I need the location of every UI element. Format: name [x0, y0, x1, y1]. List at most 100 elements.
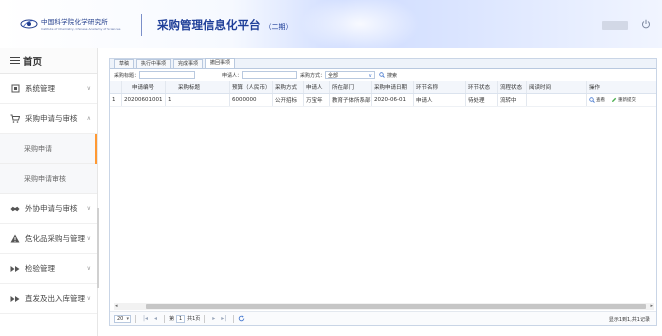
app-header: 中国科学院化学研究所 Institute of Chemistry, Chine…: [0, 0, 662, 48]
sidebar-home[interactable]: 首页: [0, 48, 97, 74]
chevron-down-icon: ∨: [86, 295, 91, 302]
sidebar-item-label: 采购申请与审核: [25, 114, 78, 123]
pager-separator: [204, 314, 206, 323]
pencil-icon: [612, 97, 617, 102]
pager-separator: [233, 314, 235, 323]
chevron-down-icon: ∨: [86, 205, 91, 212]
search-icon: [589, 97, 595, 103]
sidebar-item-warehouse[interactable]: 直发及出入库管理 ∨: [0, 284, 97, 314]
sidebar-item-system-management[interactable]: 系统管理 ∨: [0, 74, 97, 104]
pagination-bar: 20 ▾ |◂ ◂ 第 1 共1页 ▸ ▸| 显示1到1,共1记录: [110, 311, 656, 325]
page-title: 采购管理信息化平台 （二期）: [157, 17, 293, 33]
table-row[interactable]: 1 20200601001 1 6000000 公开招标 万宝年 教育子体所系部…: [110, 94, 656, 107]
applicant-filter-input[interactable]: [242, 71, 298, 79]
grid-header: 申请编号 采购标题 预算（人民币） 采购方式 申请人 所在部门 采购申请日期 环…: [110, 81, 656, 94]
settings-icon: [10, 84, 20, 94]
page-size-value: 20: [117, 315, 124, 322]
next-page-icon[interactable]: ▸: [212, 315, 215, 322]
column-header-step-status[interactable]: 环节状态: [466, 81, 498, 93]
scrollbar-thumb[interactable]: [146, 304, 646, 309]
chevron-down-icon: ∨: [86, 85, 91, 92]
chevron-down-icon: ∨: [86, 235, 91, 242]
sidebar-item-hazardous-chemicals[interactable]: 危化品采购与管理 ∨: [0, 224, 97, 254]
column-header-read-time[interactable]: 阅读时间: [527, 81, 587, 93]
title-filter-input[interactable]: [139, 71, 196, 79]
scroll-right-icon[interactable]: ▸: [650, 303, 653, 309]
data-grid: 申请编号 采购标题 预算（人民币） 采购方式 申请人 所在部门 采购申请日期 环…: [110, 81, 656, 313]
title-filter-label: 采购标题：: [114, 72, 140, 79]
last-page-icon[interactable]: ▸|: [221, 315, 226, 322]
column-header-apply-no[interactable]: 申请编号: [122, 81, 166, 93]
column-header-budget[interactable]: 预算（人民币）: [230, 81, 273, 93]
tab-in-progress[interactable]: 执行中事项: [136, 59, 172, 68]
column-header-applicant[interactable]: 申请人: [304, 81, 330, 93]
sidebar-item-label: 外协申请与审核: [25, 204, 78, 213]
institute-logo-icon: [20, 19, 38, 28]
system-version: （二期）: [264, 23, 293, 31]
search-button-label: 搜索: [387, 72, 398, 79]
method-filter-select[interactable]: 全部 ∨: [325, 71, 376, 79]
tab-completed[interactable]: 完成事项: [173, 59, 204, 68]
cell-apply-no: 20200601001: [122, 94, 166, 106]
sidebar-item-outsourcing[interactable]: 外协申请与审核 ∨: [0, 194, 97, 224]
user-avatar[interactable]: [602, 21, 628, 30]
column-header-title[interactable]: 采购标题: [166, 81, 230, 93]
logo-chinese-text: 中国科学院化学研究所: [41, 18, 108, 26]
sidebar-subitem-purchase-review[interactable]: 采购申请审核: [0, 164, 97, 194]
column-header-department[interactable]: 所在部门: [330, 81, 372, 93]
pager-separator: [164, 314, 166, 323]
horizontal-scrollbar[interactable]: ◂ ▸: [114, 303, 654, 310]
chevron-down-icon: ∨: [368, 73, 373, 79]
view-button-label: 查看: [596, 98, 605, 103]
chevron-down-icon: ∨: [86, 265, 91, 272]
scroll-left-icon[interactable]: ◂: [115, 303, 118, 309]
view-button[interactable]: 查看: [589, 97, 605, 103]
sidebar-item-inspection[interactable]: 检验管理 ∨: [0, 254, 97, 284]
page-info: 显示1到1,共1记录: [608, 317, 650, 323]
menu-icon[interactable]: [10, 56, 20, 65]
forward-icon: [10, 294, 20, 304]
page-size-select[interactable]: 20 ▾: [114, 314, 131, 323]
pager-separator: [135, 314, 136, 323]
column-header-rownum: [110, 81, 122, 93]
system-title: 采购管理信息化平台: [157, 18, 261, 32]
tab-withdrawn[interactable]: 撤回事项: [205, 58, 236, 68]
refresh-icon[interactable]: [238, 315, 245, 322]
cell-step-status: 待处理: [466, 94, 498, 106]
page-number-input[interactable]: 1: [176, 314, 186, 323]
cell-flow-status: 流转中: [498, 94, 527, 106]
sidebar-item-label: 检验管理: [25, 264, 55, 273]
sidebar-item-purchase-apply-review[interactable]: 采购申请与审核 ∧: [0, 104, 97, 134]
sidebar-subitem-label: 采购申请: [24, 144, 52, 153]
search-button[interactable]: 搜索: [379, 72, 397, 79]
column-header-method[interactable]: 采购方式: [273, 81, 304, 93]
applicant-filter-label: 申请人：: [222, 72, 243, 79]
column-header-apply-date[interactable]: 采购申请日期: [372, 81, 414, 93]
power-icon[interactable]: [641, 19, 651, 29]
resubmit-button[interactable]: 重新提交: [611, 97, 636, 103]
first-page-icon[interactable]: |◂: [143, 315, 148, 322]
page-prefix: 第: [169, 316, 175, 322]
forward-icon: [10, 264, 20, 274]
column-header-actions: 操作: [589, 85, 601, 91]
sidebar-scrollbar[interactable]: [97, 208, 99, 288]
warning-icon: [10, 234, 20, 244]
cell-apply-date: 2020-06-01: [372, 94, 414, 106]
header-divider: [141, 14, 142, 36]
cell-department: 教育子体所系部: [330, 94, 372, 106]
cell-read-time: [527, 94, 587, 106]
institute-logo: 中国科学院化学研究所 Institute of Chemistry, Chine…: [20, 16, 120, 31]
cell-actions: 查看 重新提交: [587, 94, 656, 106]
tab-draft[interactable]: 草稿: [114, 59, 135, 68]
sidebar-subitem-purchase-apply[interactable]: 采购申请: [0, 134, 97, 164]
column-header-step-name[interactable]: 环节名称: [414, 81, 466, 93]
cell-step-name: 申请人: [414, 94, 466, 106]
logo-english-text: Institute of Chemistry, Chinese Academy …: [41, 27, 121, 31]
cell-method: 公开招标: [273, 94, 304, 106]
cart-icon: [10, 114, 20, 124]
sidebar-subitem-label: 采购申请审核: [24, 174, 66, 183]
prev-page-icon[interactable]: ◂: [154, 315, 157, 322]
column-header-flow-status[interactable]: 流程状态: [498, 81, 527, 93]
method-filter-label: 采购方式：: [300, 72, 326, 79]
page-total: 共1页: [187, 316, 201, 322]
